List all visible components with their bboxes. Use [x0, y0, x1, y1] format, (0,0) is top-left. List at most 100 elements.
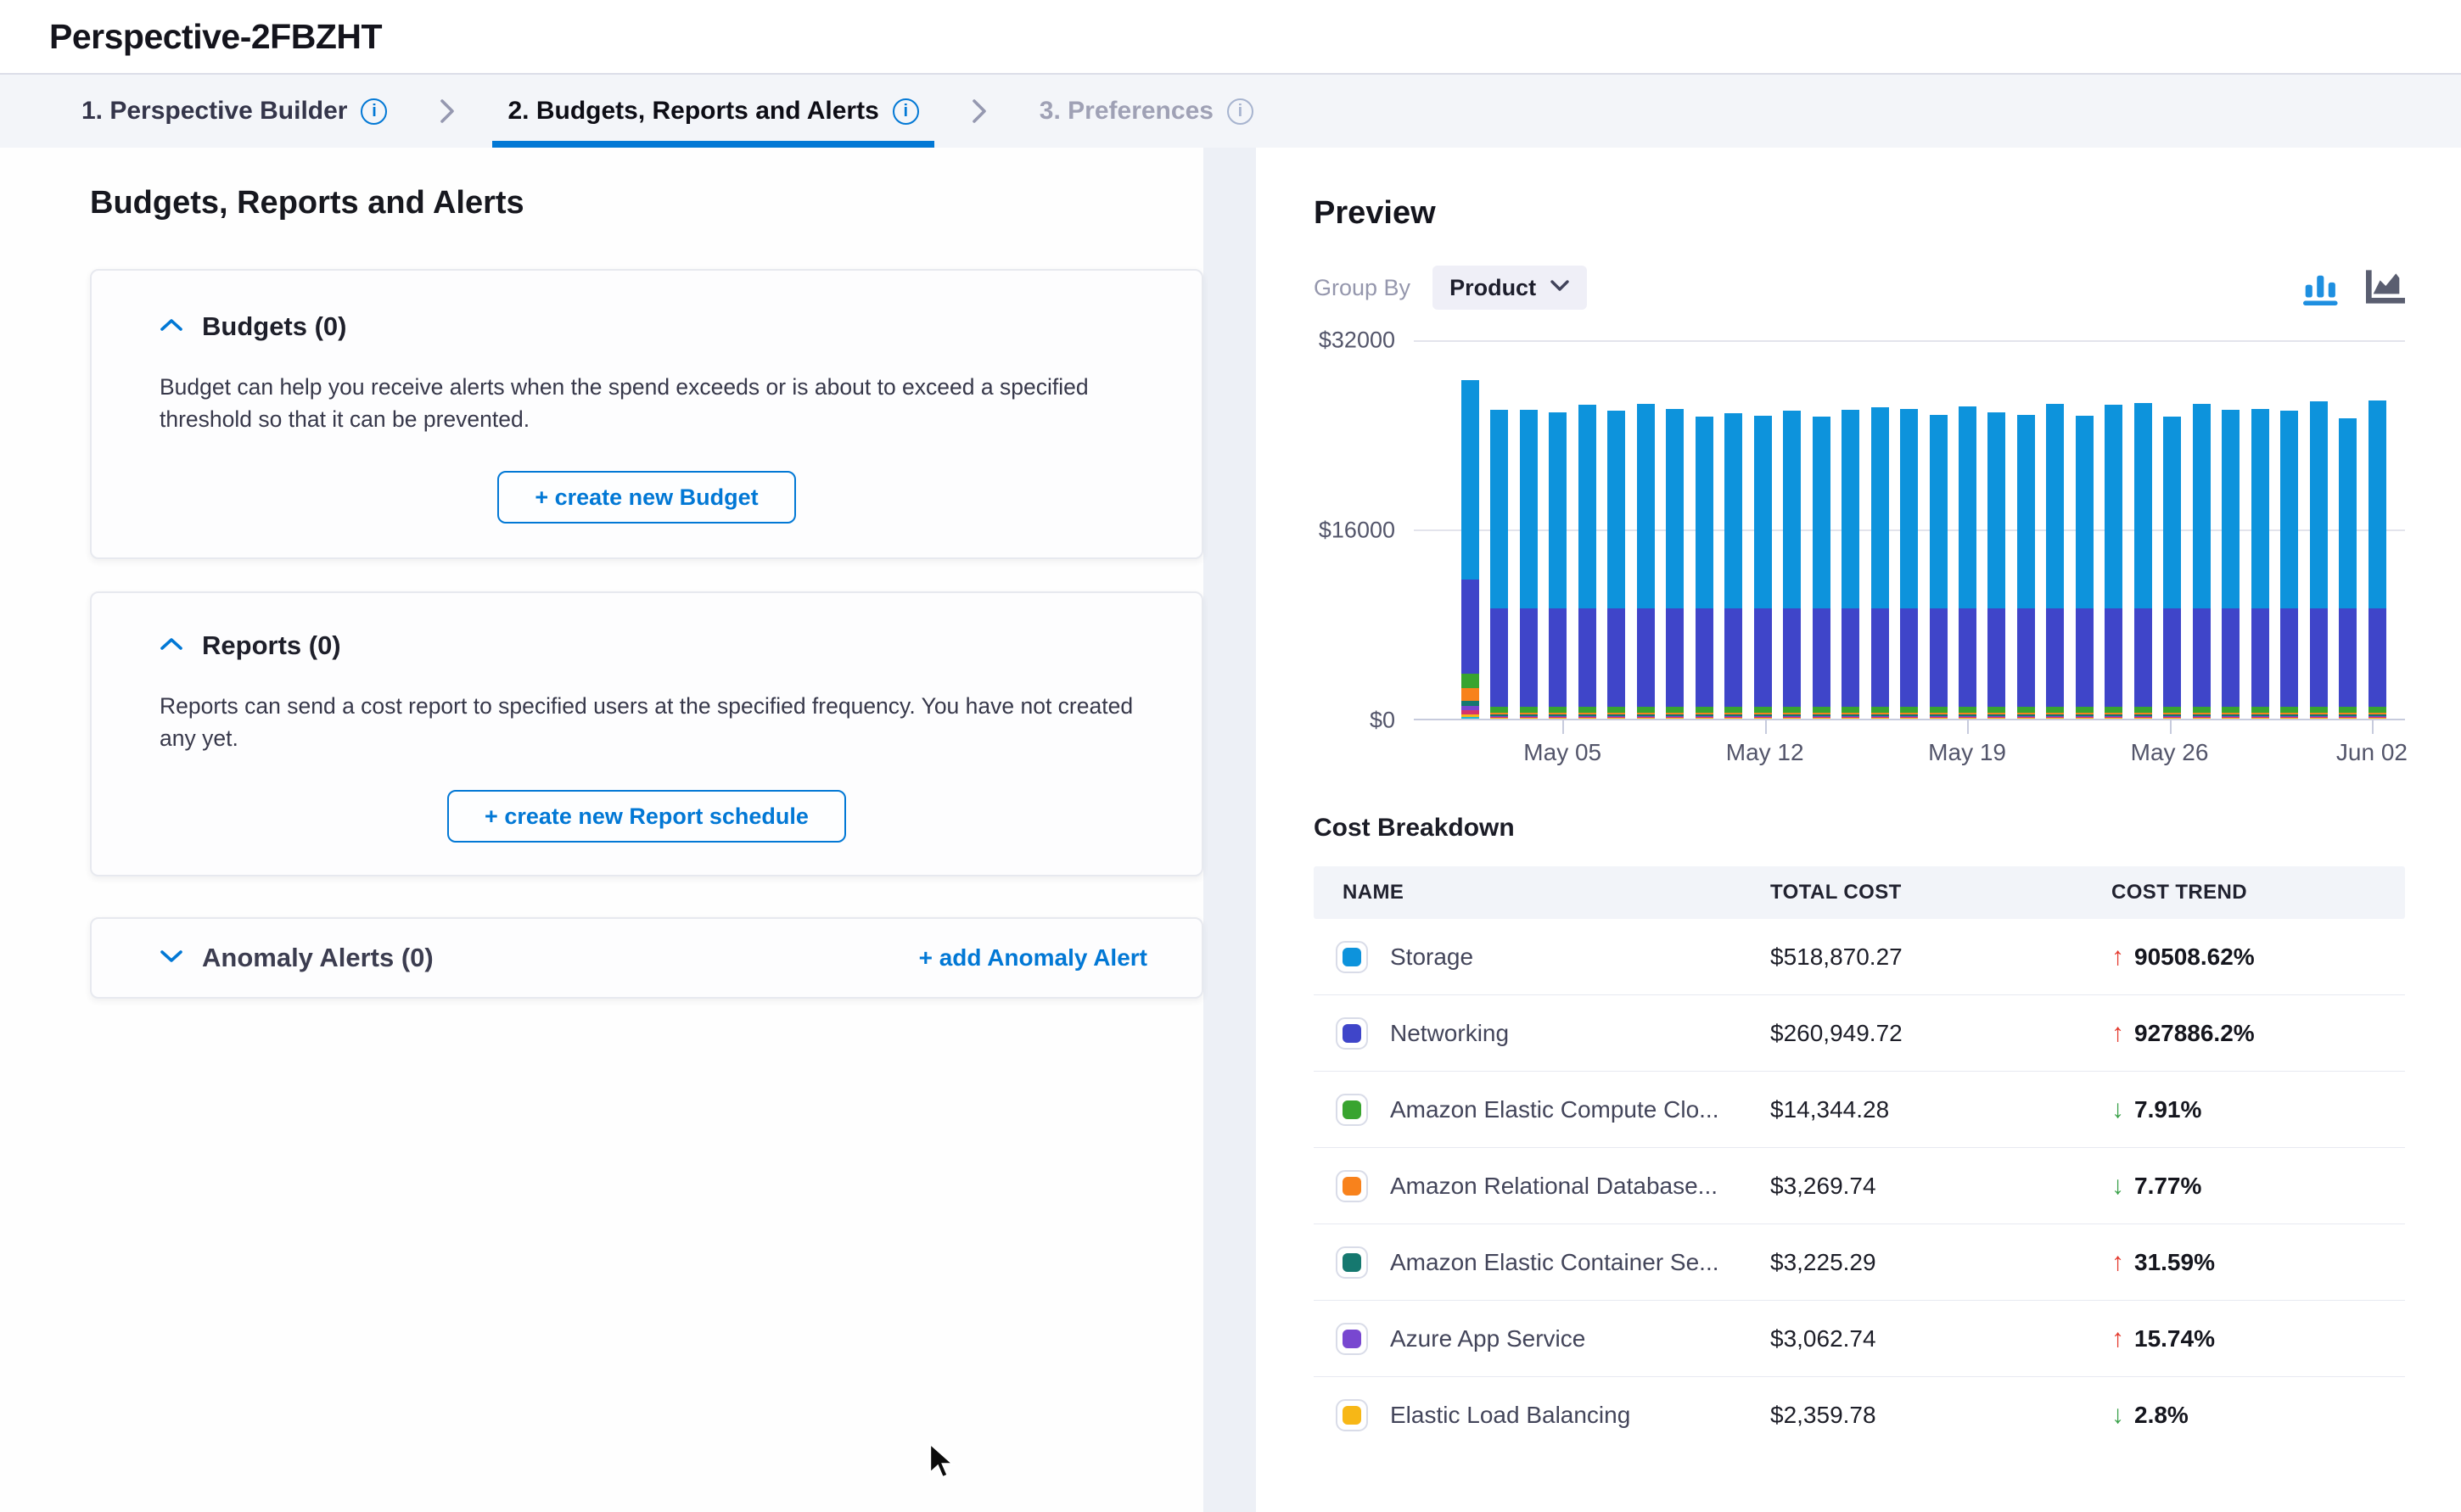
- stacked-bar[interactable]: [2251, 409, 2269, 719]
- x-tick-mark: [1765, 720, 1767, 734]
- stacked-bar[interactable]: [1987, 412, 2005, 719]
- chart-x-axis: May 05May 12May 19May 26Jun 02: [1414, 720, 2405, 775]
- cost-breakdown-title: Cost Breakdown: [1314, 814, 2405, 843]
- stacked-bar[interactable]: [1724, 413, 1742, 719]
- series-color-swatch: [1336, 1323, 1368, 1355]
- stacked-bar[interactable]: [2076, 416, 2094, 719]
- stacked-bar[interactable]: [2369, 400, 2386, 719]
- row-name: Elastic Load Balancing: [1390, 1402, 1630, 1429]
- trend-down-icon: ↓: [2111, 1095, 2124, 1124]
- stacked-bar[interactable]: [2134, 403, 2152, 719]
- create-budget-button[interactable]: + create new Budget: [497, 471, 795, 524]
- stacked-bar[interactable]: [1637, 404, 1655, 719]
- anomaly-alerts-card: Anomaly Alerts (0) + add Anomaly Alert: [90, 917, 1203, 999]
- row-cost-trend: 31.59%: [2134, 1249, 2215, 1276]
- cost-breakdown-table: NAME TOTAL COST COST TREND Storage$518,8…: [1314, 866, 2405, 1453]
- chevron-right-icon: [968, 97, 990, 126]
- x-tick-mark: [1967, 720, 1969, 734]
- x-tick-label: May 05: [1523, 739, 1601, 766]
- info-icon: i: [893, 98, 919, 125]
- chevron-up-icon[interactable]: [160, 317, 183, 337]
- anomaly-alerts-title[interactable]: Anomaly Alerts (0): [202, 943, 434, 973]
- stacked-bar[interactable]: [1666, 409, 1684, 719]
- tab-label: 2. Budgets, Reports and Alerts: [507, 97, 878, 126]
- row-total-cost: $3,225.29: [1770, 1249, 2111, 1276]
- tab-perspective-builder[interactable]: 1. Perspective Builder i: [66, 75, 402, 148]
- tab-label: 1. Perspective Builder: [81, 97, 347, 126]
- budgets-card-title[interactable]: Budgets (0): [202, 311, 347, 342]
- table-row[interactable]: Storage$518,870.27↑90508.62%: [1314, 919, 2405, 995]
- chevron-down-icon[interactable]: [160, 949, 183, 968]
- stacked-bar[interactable]: [1578, 405, 1596, 719]
- stacked-bar[interactable]: [1696, 417, 1713, 719]
- reports-card: Reports (0) Reports can send a cost repo…: [90, 591, 1203, 876]
- trend-down-icon: ↓: [2111, 1401, 2124, 1430]
- x-tick-label: May 26: [2131, 739, 2209, 766]
- group-by-dropdown[interactable]: Product: [1432, 266, 1587, 310]
- bar-chart-icon[interactable]: [2303, 270, 2342, 305]
- stacked-bar[interactable]: [1490, 410, 1508, 719]
- stacked-bar[interactable]: [2105, 405, 2122, 719]
- stacked-bar[interactable]: [1783, 411, 1801, 719]
- col-name: NAME: [1314, 881, 1770, 904]
- budgets-card: Budgets (0) Budget can help you receive …: [90, 269, 1203, 559]
- row-total-cost: $3,062.74: [1770, 1325, 2111, 1352]
- table-row[interactable]: Amazon Elastic Compute Clo...$14,344.28↓…: [1314, 1072, 2405, 1148]
- area-chart-icon[interactable]: [2364, 270, 2405, 305]
- row-total-cost: $518,870.27: [1770, 944, 2111, 971]
- cost-preview-chart: $32000 $16000 $0 May 05May 12May 19May 2…: [1314, 340, 2405, 775]
- x-tick-label: Jun 02: [2336, 739, 2408, 766]
- page-header: Perspective-2FBZHT: [0, 0, 2461, 75]
- series-color-swatch: [1336, 1170, 1368, 1202]
- stacked-bar[interactable]: [1520, 410, 1538, 719]
- x-tick-mark: [1562, 720, 1564, 734]
- chart-y-axis: $32000 $16000 $0: [1314, 340, 1414, 720]
- table-row[interactable]: Networking$260,949.72↑927886.2%: [1314, 995, 2405, 1072]
- stacked-bar[interactable]: [2310, 401, 2328, 719]
- stacked-bar[interactable]: [1607, 411, 1625, 719]
- stacked-bar[interactable]: [2017, 415, 2035, 719]
- stacked-bar[interactable]: [1549, 412, 1567, 719]
- stacked-bar[interactable]: [1461, 380, 1479, 719]
- stacked-bar[interactable]: [2046, 404, 2064, 719]
- series-color-swatch: [1336, 941, 1368, 973]
- row-cost-trend: 927886.2%: [2134, 1020, 2255, 1047]
- reports-card-title[interactable]: Reports (0): [202, 630, 341, 661]
- stacked-bar[interactable]: [2163, 417, 2181, 719]
- preview-panel: Preview Group By Product: [1256, 148, 2461, 1512]
- stacked-bar[interactable]: [2193, 404, 2211, 719]
- create-report-schedule-button[interactable]: + create new Report schedule: [447, 790, 846, 843]
- info-icon: i: [1227, 98, 1253, 125]
- stacked-bar[interactable]: [2222, 410, 2240, 719]
- stacked-bar[interactable]: [1930, 415, 1948, 719]
- tab-budgets-reports-alerts[interactable]: 2. Budgets, Reports and Alerts i: [492, 75, 933, 148]
- table-row[interactable]: Amazon Relational Database...$3,269.74↓7…: [1314, 1148, 2405, 1224]
- stacked-bar[interactable]: [2280, 411, 2298, 719]
- y-tick: $0: [1370, 708, 1395, 734]
- stacked-bar[interactable]: [1900, 409, 1918, 719]
- group-by-label: Group By: [1314, 275, 1410, 301]
- tab-preferences[interactable]: 3. Preferences i: [1024, 75, 1269, 148]
- stacked-bar[interactable]: [1813, 417, 1830, 719]
- series-color-swatch: [1336, 1017, 1368, 1050]
- table-row[interactable]: Elastic Load Balancing$2,359.78↓2.8%: [1314, 1377, 2405, 1453]
- table-row[interactable]: Amazon Elastic Container Se...$3,225.29↑…: [1314, 1224, 2405, 1301]
- preview-title: Preview: [1314, 195, 2405, 232]
- panel-divider: [1203, 148, 1256, 1512]
- add-anomaly-alert-link[interactable]: + add Anomaly Alert: [919, 944, 1147, 972]
- chevron-down-icon: [1550, 279, 1570, 296]
- chevron-up-icon[interactable]: [160, 636, 183, 656]
- series-color-swatch: [1336, 1399, 1368, 1431]
- stacked-bars[interactable]: [1414, 340, 2405, 719]
- group-by-value: Product: [1449, 275, 1536, 301]
- table-row[interactable]: Azure App Service$3,062.74↑15.74%: [1314, 1301, 2405, 1377]
- stacked-bar[interactable]: [1754, 416, 1772, 719]
- stacked-bar[interactable]: [1871, 407, 1889, 719]
- stacked-bar[interactable]: [1959, 406, 1976, 719]
- row-name: Storage: [1390, 944, 1473, 971]
- budgets-description: Budget can help you receive alerts when …: [160, 371, 1134, 435]
- col-total-cost: TOTAL COST: [1770, 881, 2111, 904]
- stacked-bar[interactable]: [2339, 418, 2357, 719]
- trend-up-icon: ↑: [2111, 1324, 2124, 1353]
- stacked-bar[interactable]: [1842, 410, 1859, 719]
